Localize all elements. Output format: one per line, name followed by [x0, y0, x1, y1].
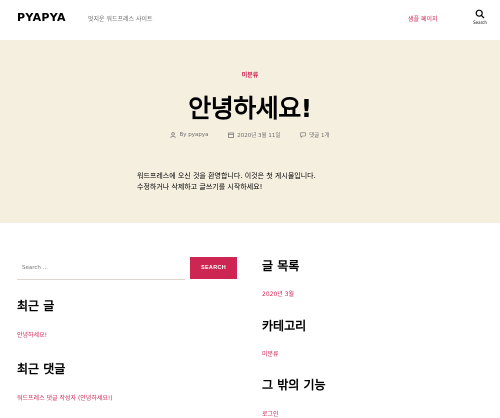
post-comments: 댓글 1개	[300, 131, 330, 139]
post-date: 2020년 3월 11일	[228, 131, 280, 139]
search-icon	[475, 9, 485, 19]
site-title[interactable]: PYAPYA	[17, 11, 66, 24]
post-author-name[interactable]: By pyapya	[179, 132, 208, 138]
post-hero: 미분류 안녕하세요! By pyapya 2020년 3월 11일 댓글 1개 …	[0, 40, 500, 223]
widget-title-meta: 그 밖의 기능	[262, 378, 326, 392]
search-toggle-label: Search	[473, 20, 487, 25]
post-date-text[interactable]: 2020년 3월 11일	[237, 131, 280, 139]
widget-title-recent-posts: 최근 글	[17, 299, 55, 313]
search-form	[17, 257, 197, 280]
footer-widgets: SEARCH 최근 글 안녕하세요! 최근 댓글 워드프레스 댓글 작성자 (안…	[0, 223, 500, 418]
post-comments-link[interactable]: 댓글 1개	[309, 131, 329, 139]
recent-post-link[interactable]: 안녕하세요!	[17, 330, 47, 339]
post-excerpt-line: 수정하거나 삭제하고 글쓰기를 시작하세요!	[137, 183, 263, 191]
post-title[interactable]: 안녕하세요!	[0, 89, 500, 125]
recent-comment-author[interactable]: 워드프레스 댓글 작성자	[17, 395, 76, 402]
widget-title-archives: 글 목록	[262, 259, 300, 273]
category-link[interactable]: 미분류	[262, 349, 279, 358]
search-submit-button[interactable]: SEARCH	[190, 257, 237, 279]
archive-link[interactable]: 2020년 3월	[262, 289, 294, 298]
post-author: By pyapya	[170, 132, 208, 138]
nav-sample-page[interactable]: 샘플 페이지	[408, 14, 438, 23]
post-meta: By pyapya 2020년 3월 11일 댓글 1개	[0, 131, 500, 140]
calendar-icon	[228, 132, 235, 138]
post-category-link[interactable]: 미분류	[0, 70, 500, 79]
site-description: 멋지운 워드프레스 사이트	[88, 16, 153, 23]
search-toggle-button[interactable]: Search	[469, 9, 491, 25]
user-icon	[170, 132, 177, 138]
post-excerpt-line: 워드프레스에 오신 것을 환영합니다. 이것은 첫 게시물입니다.	[137, 172, 316, 180]
search-input[interactable]	[17, 257, 197, 278]
site-header: PYAPYA 멋지운 워드프레스 사이트 샘플 페이지 Search	[0, 0, 500, 40]
post-excerpt: 워드프레스에 오신 것을 환영합니다. 이것은 첫 게시물입니다. 수정하거나 …	[137, 171, 377, 193]
recent-comment-item: 워드프레스 댓글 작성자 (안녕하세요!)	[17, 393, 113, 402]
widget-title-categories: 카테고리	[262, 319, 307, 333]
widget-title-recent-comments: 최근 댓글	[17, 362, 66, 376]
recent-comment-post-link[interactable]: (안녕하세요!)	[78, 395, 113, 402]
comment-icon	[300, 132, 306, 138]
